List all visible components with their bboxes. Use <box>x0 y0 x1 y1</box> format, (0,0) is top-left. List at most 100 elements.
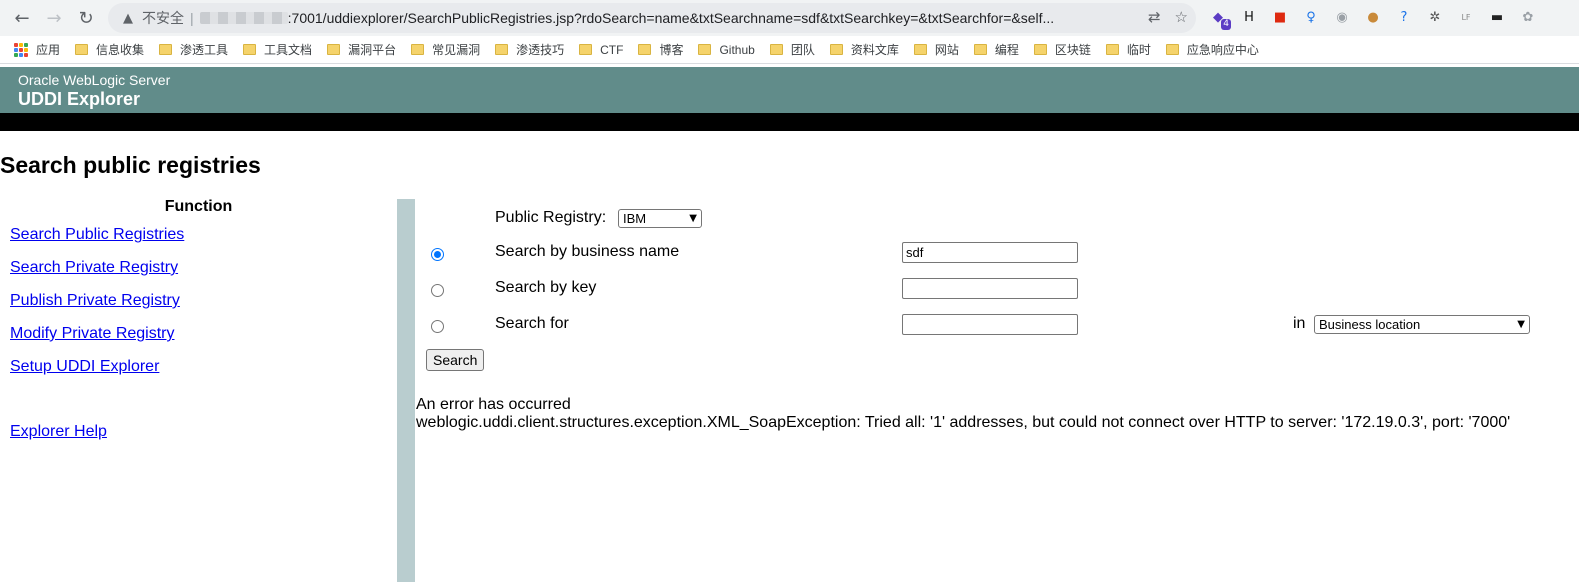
folder-icon <box>327 44 341 55</box>
translate-icon[interactable]: ⇄ <box>1148 8 1161 26</box>
reload-button[interactable]: ↻ <box>74 6 98 30</box>
h-icon[interactable]: H <box>1239 7 1259 27</box>
search-for-scope-select[interactable]: Business location ▼ <box>1314 315 1530 334</box>
search-by-name-label: Search by business name <box>495 243 680 260</box>
cookie-icon[interactable]: ● <box>1363 7 1383 27</box>
forward-button[interactable]: → <box>42 6 66 30</box>
folder-icon <box>159 44 173 55</box>
search-button[interactable]: Search <box>426 349 485 371</box>
bookmark-label: 临时 <box>1126 43 1151 57</box>
bookmark-item[interactable]: CTF <box>579 43 623 57</box>
pin-icon[interactable]: ♀ <box>1301 7 1321 27</box>
folder-icon <box>913 44 927 55</box>
apps-grid-icon <box>14 42 28 57</box>
bookmark-label: 渗透技巧 <box>516 43 565 57</box>
bookmark-label: 博客 <box>659 43 684 57</box>
url-text: :7001/uddiexplorer/SearchPublicRegistrie… <box>287 10 1055 26</box>
bookmark-item[interactable]: 区块链 <box>1033 41 1091 58</box>
bookmark-item[interactable]: Github <box>698 43 755 57</box>
help-icon[interactable]: ? <box>1394 7 1414 27</box>
bookmark-item[interactable]: 应急响应中心 <box>1165 41 1259 58</box>
security-label[interactable]: 不安全 <box>142 8 184 28</box>
folder-icon <box>411 44 425 55</box>
warning-icon: ▲ <box>123 10 133 26</box>
folder-icon <box>1033 44 1047 55</box>
bookmark-label: 应用 <box>36 43 61 57</box>
bookmark-item[interactable]: 渗透技巧 <box>495 41 564 58</box>
bookmark-label: 资料文库 <box>850 43 899 57</box>
nav-link-setup[interactable]: Setup UDDI Explorer <box>10 358 159 376</box>
bookmark-item[interactable]: 信息收集 <box>75 41 144 58</box>
back-button[interactable]: ← <box>10 6 34 30</box>
nav-link-search-public[interactable]: Search Public Registries <box>10 226 184 244</box>
bookmark-item[interactable]: 工具文档 <box>243 41 312 58</box>
scope-select-value: Business location <box>1319 317 1421 332</box>
bookmark-label: CTF <box>600 42 624 57</box>
nav-link-search-private[interactable]: Search Private Registry <box>10 259 178 277</box>
business-name-input[interactable]: sdf <box>902 242 1078 263</box>
folder-icon <box>1165 44 1179 55</box>
address-bar[interactable]: ▲ 不安全 | :7001/uddiexplorer/SearchPublicR… <box>108 3 1196 33</box>
radio-search-by-key[interactable] <box>431 284 444 297</box>
folder-icon <box>75 44 89 55</box>
function-heading: Function <box>164 198 233 215</box>
search-for-input[interactable] <box>902 314 1078 335</box>
registry-select-value: IBM <box>623 211 647 226</box>
key-input[interactable] <box>902 278 1078 299</box>
bookmarks-bar: 应用 信息收集 渗透工具 工具文档 漏洞平台 常见漏洞 渗透技巧 CTF 博客 Github 团队 资… <box>0 36 1579 64</box>
back-icon: ← <box>14 7 30 29</box>
folder-icon <box>769 44 783 55</box>
app-header: Oracle WebLogic Server UDDI Explorer <box>0 67 1579 113</box>
nav-link-publish-private[interactable]: Publish Private Registry <box>10 292 180 310</box>
folder-icon <box>243 44 257 55</box>
bookmark-label: 网站 <box>934 43 959 57</box>
bookmark-item[interactable]: 博客 <box>638 41 683 58</box>
nav-link-modify-private[interactable]: Modify Private Registry <box>10 325 175 343</box>
chevron-down-icon: ▼ <box>689 213 697 224</box>
bookmark-item[interactable]: 应用 <box>14 41 60 58</box>
radio-search-by-name[interactable] <box>431 248 444 261</box>
bookmark-item[interactable]: 编程 <box>973 41 1019 58</box>
header-subtitle: Oracle WebLogic Server <box>18 72 171 88</box>
shield-icon[interactable]: ✿ <box>1518 7 1538 27</box>
bookmark-item[interactable]: 资料文库 <box>829 41 899 58</box>
gear-icon[interactable]: ✲ <box>1425 7 1445 27</box>
sidebar-divider <box>397 199 415 582</box>
puzzle-icon[interactable]: ◆ 4 <box>1208 7 1231 30</box>
browser-toolbar: ← → ↻ ▲ 不安全 | :7001/uddiexplorer/SearchP… <box>0 0 1579 36</box>
header-divider <box>0 113 1579 131</box>
radio-search-for[interactable] <box>431 320 444 333</box>
bookmark-item[interactable]: 网站 <box>913 41 959 58</box>
bookmark-label: 区块链 <box>1054 43 1091 57</box>
error-message: weblogic.uddi.client.structures.exceptio… <box>416 414 1511 431</box>
registry-label: Public Registry: <box>495 209 607 226</box>
bookmark-label: 漏洞平台 <box>348 43 397 57</box>
bookmark-label: 常见漏洞 <box>432 43 481 57</box>
bookmark-label: 团队 <box>790 43 815 57</box>
search-for-label: Search for <box>495 315 569 332</box>
folder-icon <box>973 44 987 55</box>
bookmark-label: 应急响应中心 <box>1186 43 1259 57</box>
bookmark-star-icon[interactable]: ☆ <box>1175 8 1188 26</box>
reload-icon: ↻ <box>78 7 94 29</box>
address-separator: | <box>190 10 194 26</box>
flag-icon[interactable]: ■ <box>1270 7 1290 27</box>
bookmark-item[interactable]: 渗透工具 <box>159 41 228 58</box>
forward-icon: → <box>46 7 62 29</box>
lf-icon[interactable]: LF <box>1456 7 1476 27</box>
mask-icon[interactable]: ▬ <box>1487 7 1507 27</box>
bookmark-item[interactable]: 漏洞平台 <box>327 41 396 58</box>
header-title: UDDI Explorer <box>18 89 141 109</box>
extensions-bar: ◆ 4 H ■ ♀ ◉ ●? ✲ LF ▬ ✿ <box>1208 7 1538 30</box>
circle-icon[interactable]: ◉ <box>1332 7 1352 27</box>
folder-icon <box>579 44 593 55</box>
bookmark-item[interactable]: 团队 <box>769 41 815 58</box>
nav-link-help[interactable]: Explorer Help <box>10 423 107 441</box>
folder-icon <box>638 44 652 55</box>
registry-select[interactable]: IBM ▼ <box>618 209 702 228</box>
bookmark-label: 工具文档 <box>264 43 313 57</box>
search-by-key-label: Search by key <box>495 279 597 296</box>
bookmark-item[interactable]: 临时 <box>1105 41 1151 58</box>
bookmark-item[interactable]: 常见漏洞 <box>411 41 480 58</box>
folder-icon <box>829 44 843 55</box>
